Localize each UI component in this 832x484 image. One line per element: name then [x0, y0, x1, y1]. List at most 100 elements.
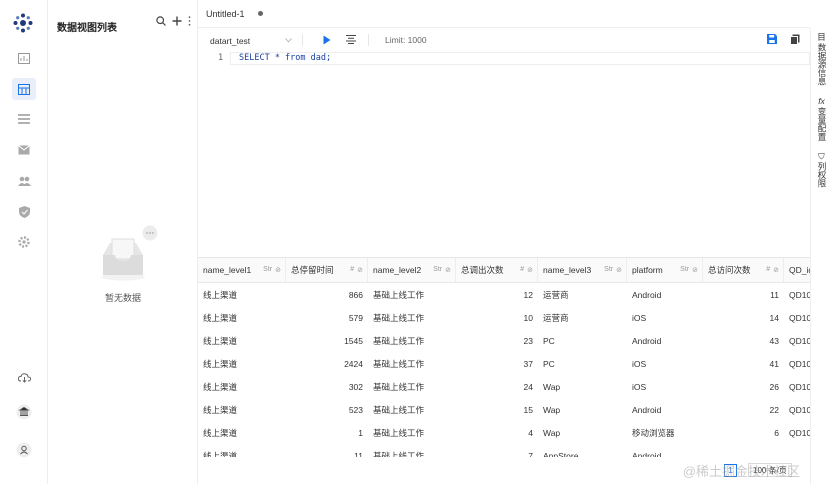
table-cell: 线上渠道 [203, 450, 238, 458]
table-cell: 12 [523, 289, 533, 300]
column-name: 总停留时间 [291, 265, 334, 275]
nav-profile-icon[interactable] [12, 439, 36, 461]
format-icon[interactable] [346, 35, 356, 44]
nav-list-icon[interactable] [12, 108, 36, 130]
table-row[interactable]: 线上渠道 1 基础上线工作 4 Wap 移动浏览器 6 QD10 [198, 421, 810, 444]
table-cell: 11 [770, 289, 779, 300]
table-cell: PC [543, 335, 555, 346]
type-label: # [766, 266, 771, 273]
table-cell: 10 [523, 312, 533, 323]
app-logo-icon[interactable] [12, 12, 34, 34]
unsaved-dot-icon[interactable] [258, 11, 263, 16]
hide-icon[interactable]: ⊘ [692, 266, 698, 274]
table-cell: 26 [769, 381, 779, 392]
table-cell: 7 [528, 450, 533, 458]
column-permission-icon: ⛉ [818, 150, 825, 161]
table-row[interactable]: 线上渠道 1545 基础上线工作 23 PC Android 43 QD10 [198, 329, 810, 352]
copy-icon[interactable] [790, 34, 800, 45]
nav-dataview-icon[interactable] [12, 78, 36, 100]
hide-icon[interactable]: ⊘ [527, 266, 533, 274]
source-select[interactable]: datart_test [210, 34, 292, 47]
column-header[interactable]: 总调出次数 # ⊘ [456, 258, 538, 282]
table-cell: Wap [543, 427, 561, 438]
datasource-info-item[interactable]: 目 数据源信息 [811, 32, 832, 86]
editor-toolbar: datart_test Limit: 1000 [198, 28, 810, 52]
column-header[interactable]: platform Str ⊘ [627, 258, 703, 282]
table-cell: Android [632, 335, 662, 346]
type-label: Str [680, 266, 690, 273]
column-name: QD_id [789, 265, 810, 275]
table-cell: 线上渠道 [203, 335, 238, 346]
hide-icon[interactable]: ⊘ [357, 266, 363, 274]
nav-settings-icon[interactable] [12, 231, 36, 253]
table-cell: Android [632, 404, 662, 415]
table-row[interactable]: 线上渠道 11 基础上线工作 7 AppStore Android [198, 444, 810, 458]
table-cell: 523 [348, 404, 363, 415]
table-cell: QD10 [789, 427, 810, 438]
panel-toolbar [156, 16, 191, 26]
nav-mail-icon[interactable] [12, 139, 36, 161]
column-tools: Str ⊘ [433, 266, 451, 274]
watermark: @稀土掘金技术社区 [682, 464, 800, 479]
column-permission-label: 列权限 [817, 161, 827, 188]
right-side-panel: 目 数据源信息 fx 变量配置 ⛉ 列权限 [810, 28, 832, 484]
table-row[interactable]: 线上渠道 2424 基础上线工作 37 PC iOS 41 QD10 [198, 352, 810, 375]
nav-chart-icon[interactable] [12, 47, 36, 69]
variable-icon: fx [818, 95, 825, 106]
column-tools: Str ⊘ [263, 266, 281, 274]
table-cell [703, 444, 784, 457]
hide-icon[interactable]: ⊘ [616, 266, 622, 274]
dataview-list-panel: 数据视图列表 暂无数据 [48, 0, 198, 484]
nav-organization-icon[interactable] [12, 401, 36, 423]
more-icon[interactable] [188, 16, 191, 26]
column-tools: # ⊘ [520, 266, 533, 274]
hide-icon[interactable]: ⊘ [275, 266, 281, 274]
empty-box-icon [101, 225, 158, 281]
column-name: 总访问次数 [708, 265, 751, 275]
column-header[interactable]: 总访问次数 # ⊘ [703, 258, 784, 282]
limit-label[interactable]: Limit: 1000 [385, 35, 427, 45]
column-name: name_level2 [373, 265, 422, 275]
table-cell: 6 [774, 427, 779, 438]
save-icon[interactable] [767, 34, 777, 44]
column-header[interactable]: QD_id [784, 258, 810, 282]
column-header[interactable]: 总停留时间 # ⊘ [286, 258, 368, 282]
type-label: # [350, 266, 355, 273]
datasource-info-icon: 目 [817, 32, 826, 42]
add-icon[interactable] [172, 16, 182, 26]
result-grid: name_level1 Str ⊘ 总停留时间 # ⊘ name_level2 Str ⊘ … [198, 257, 810, 457]
table-cell: 运营商 [543, 289, 569, 300]
table-row[interactable]: 线上渠道 523 基础上线工作 15 Wap Android 22 QD10 [198, 398, 810, 421]
hide-icon[interactable]: ⊘ [445, 266, 451, 274]
nav-users-icon[interactable] [12, 170, 36, 192]
panel-title: 数据视图列表 [57, 23, 117, 34]
search-icon[interactable] [156, 16, 166, 26]
variable-config-item[interactable]: fx 变量配置 [811, 96, 832, 141]
run-icon[interactable] [323, 35, 331, 45]
table-cell: iOS [632, 381, 647, 392]
table-cell: 1 [358, 427, 363, 438]
table-cell: iOS [632, 312, 647, 323]
table-cell: 866 [348, 289, 363, 300]
table-cell: 基础上线工作 [373, 427, 425, 438]
sql-editor[interactable]: 1 SELECT * from dad; [198, 52, 810, 257]
column-header[interactable]: name_level1 Str ⊘ [198, 258, 286, 282]
table-row[interactable]: 线上渠道 866 基础上线工作 12 运营商 Android 11 QD10 [198, 283, 810, 306]
editor-tabbar: Untitled-1 [198, 0, 810, 28]
variable-config-label: 变量配置 [817, 106, 827, 141]
table-cell: 24 [523, 381, 533, 392]
table-cell: 23 [523, 335, 533, 346]
table-row[interactable]: 线上渠道 579 基础上线工作 10 运营商 iOS 14 QD10 [198, 306, 810, 329]
sql-text[interactable]: SELECT * from dad; [239, 53, 331, 63]
column-header[interactable]: name_level2 Str ⊘ [368, 258, 456, 282]
type-label: Str [433, 266, 443, 273]
table-cell: 4 [528, 427, 533, 438]
column-permission-item[interactable]: ⛉ 列权限 [811, 151, 832, 188]
hide-icon[interactable]: ⊘ [773, 266, 779, 274]
nav-cloud-download-icon[interactable] [12, 367, 36, 389]
table-row[interactable]: 线上渠道 302 基础上线工作 24 Wap iOS 26 QD10 [198, 375, 810, 398]
tab-untitled[interactable]: Untitled-1 [206, 9, 245, 19]
table-cell: 线上渠道 [203, 358, 238, 369]
nav-shield-icon[interactable] [12, 201, 36, 223]
column-header[interactable]: name_level3 Str ⊘ [538, 258, 627, 282]
